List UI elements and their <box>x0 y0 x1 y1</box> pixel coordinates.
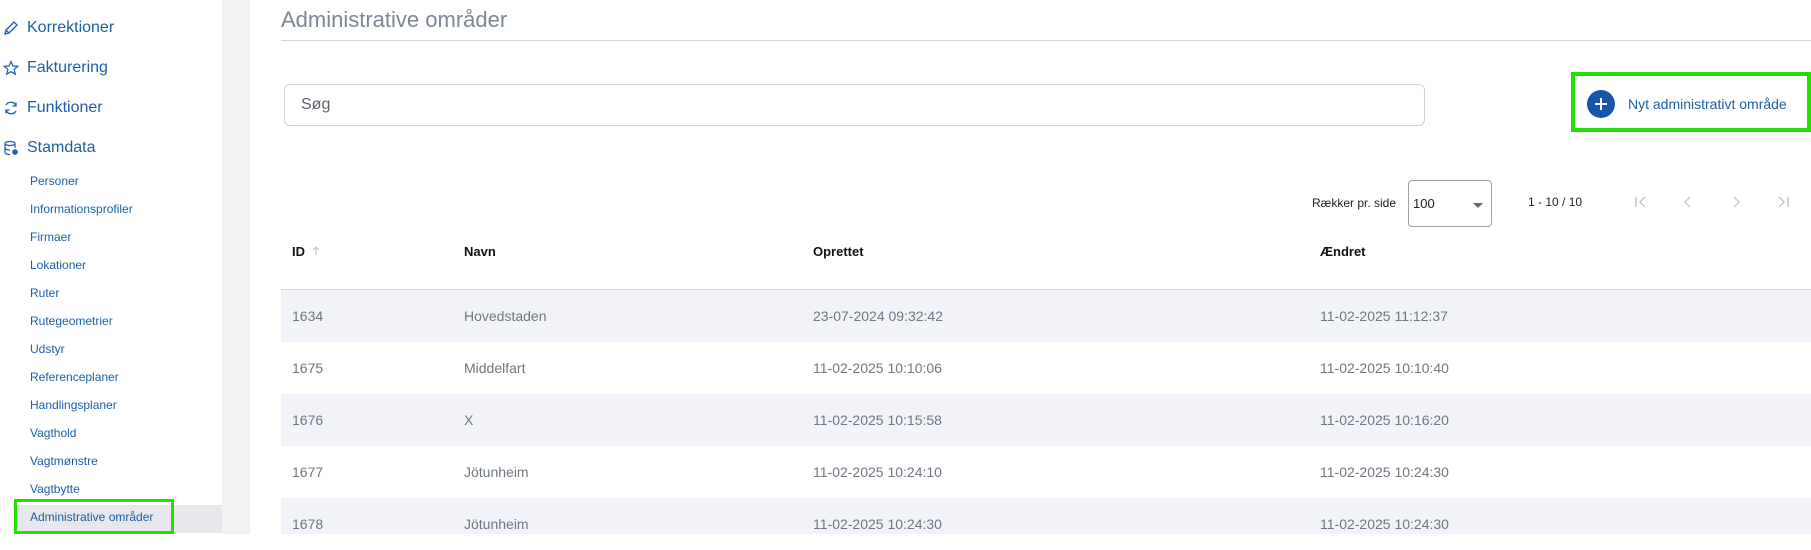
cell-modified: 11-02-2025 10:24:30 <box>1320 516 1449 532</box>
sidebar-item-funktioner[interactable]: Funktioner <box>0 93 103 123</box>
dropdown-caret-icon <box>1473 203 1483 208</box>
refresh-icon <box>2 99 20 117</box>
table-row[interactable]: 1677 Jötunheim 11-02-2025 10:24:10 11-02… <box>281 446 1811 498</box>
column-header-oprettet[interactable]: Oprettet <box>813 244 864 259</box>
search-input[interactable] <box>284 84 1425 126</box>
cell-name: Jötunheim <box>464 516 529 532</box>
table-row[interactable]: 1675 Middelfart 11-02-2025 10:10:06 11-0… <box>281 342 1811 394</box>
sidebar-item-label: Funktioner <box>27 99 103 116</box>
previous-page-icon[interactable] <box>1678 192 1698 212</box>
cell-id: 1677 <box>292 464 324 480</box>
plus-icon <box>1587 90 1615 118</box>
sidebar-sub-informationsprofiler[interactable]: Informationsprofiler <box>30 199 133 219</box>
title-divider <box>281 40 1811 41</box>
first-page-icon[interactable] <box>1631 192 1651 212</box>
sidebar-sub-handlingsplaner[interactable]: Handlingsplaner <box>30 395 117 415</box>
database-icon <box>2 139 20 157</box>
rows-per-page-select[interactable]: 100 <box>1408 180 1492 227</box>
sidebar-item-label: Korrektioner <box>27 19 115 36</box>
sidebar-item-stamdata[interactable]: Stamdata <box>0 133 95 163</box>
sidebar-sub-vagtmonstre[interactable]: Vagtmønstre <box>30 451 98 471</box>
cell-name: Middelfart <box>464 360 526 376</box>
sidebar-sub-udstyr[interactable]: Udstyr <box>30 339 65 359</box>
sidebar-sub-rutegeometrier[interactable]: Rutegeometrier <box>30 311 113 331</box>
column-header-label: Navn <box>464 244 496 259</box>
cell-modified: 11-02-2025 11:12:37 <box>1320 308 1448 324</box>
table-row[interactable]: 1676 X 11-02-2025 10:15:58 11-02-2025 10… <box>281 394 1811 446</box>
new-button-highlight: Nyt administrativt område <box>1571 72 1811 132</box>
column-header-aendret[interactable]: Ændret <box>1320 244 1366 259</box>
star-icon <box>2 59 20 77</box>
sidebar-sub-administrative-omrader[interactable]: Administrative områder <box>30 507 153 527</box>
rows-per-page-label: Rækker pr. side <box>1312 196 1397 210</box>
cell-modified: 11-02-2025 10:16:20 <box>1320 412 1449 428</box>
sidebar-item-fakturering[interactable]: Fakturering <box>0 53 108 83</box>
column-header-navn[interactable]: Navn <box>464 244 496 259</box>
cell-id: 1634 <box>292 308 324 324</box>
sidebar-item-label: Stamdata <box>27 139 96 156</box>
cell-name: X <box>464 412 474 428</box>
cell-created: 11-02-2025 10:10:06 <box>813 360 942 376</box>
sidebar-sub-personer[interactable]: Personer <box>30 171 79 191</box>
column-header-id[interactable]: ID <box>292 244 321 259</box>
column-header-label: ID <box>292 244 305 259</box>
cell-created: 23-07-2024 09:32:42 <box>813 308 943 324</box>
last-page-icon[interactable] <box>1773 192 1793 212</box>
cell-created: 11-02-2025 10:24:10 <box>813 464 942 480</box>
sidebar: Korrektioner Fakturering Funktioner Stam… <box>0 0 222 534</box>
cell-id: 1678 <box>292 516 324 532</box>
sidebar-sub-firmaer[interactable]: Firmaer <box>30 227 71 247</box>
next-page-icon[interactable] <box>1726 192 1746 212</box>
sidebar-sub-lokationer[interactable]: Lokationer <box>30 255 86 275</box>
cell-name: Jötunheim <box>464 464 529 480</box>
new-administrative-area-button[interactable]: Nyt administrativt område <box>1587 90 1787 118</box>
cell-id: 1675 <box>292 360 324 376</box>
main-content: Administrative områder Nyt administrativ… <box>250 0 1811 534</box>
cell-name: Hovedstaden <box>464 308 547 324</box>
new-button-label: Nyt administrativt område <box>1628 96 1787 112</box>
sidebar-item-korrektioner[interactable]: Korrektioner <box>0 13 114 43</box>
pencil-icon <box>2 19 20 37</box>
pagination-range: 1 - 10 / 10 <box>1528 195 1583 209</box>
column-header-label: Oprettet <box>813 244 864 259</box>
sidebar-sub-referenceplaner[interactable]: Referenceplaner <box>30 367 119 387</box>
column-header-label: Ændret <box>1320 244 1366 259</box>
sort-arrow-icon <box>311 244 321 259</box>
cell-created: 11-02-2025 10:24:30 <box>813 516 942 532</box>
page-title: Administrative områder <box>281 7 508 32</box>
sidebar-item-label: Fakturering <box>27 59 108 76</box>
cell-created: 11-02-2025 10:15:58 <box>813 412 942 428</box>
cell-modified: 11-02-2025 10:24:30 <box>1320 464 1449 480</box>
sidebar-gutter <box>222 0 250 534</box>
sidebar-sub-vagthold[interactable]: Vagthold <box>30 423 76 443</box>
rows-per-page-value: 100 <box>1413 196 1435 211</box>
table-row[interactable]: 1634 Hovedstaden 23-07-2024 09:32:42 11-… <box>281 290 1811 342</box>
table-row[interactable]: 1678 Jötunheim 11-02-2025 10:24:30 11-02… <box>281 498 1811 534</box>
sidebar-sub-ruter[interactable]: Ruter <box>30 283 59 303</box>
cell-id: 1676 <box>292 412 324 428</box>
cell-modified: 11-02-2025 10:10:40 <box>1320 360 1449 376</box>
sidebar-sub-vagtbytte[interactable]: Vagtbytte <box>30 479 80 499</box>
